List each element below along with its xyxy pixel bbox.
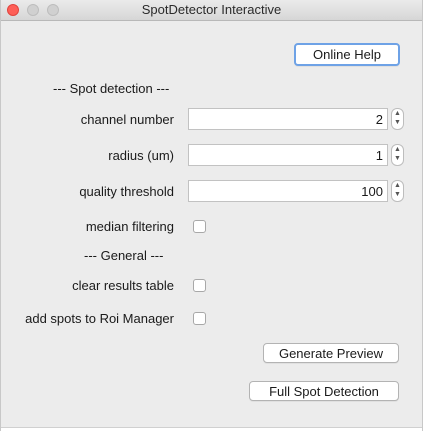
chevron-up-icon[interactable]: ▲ (392, 145, 403, 154)
clear-results-checkbox[interactable] (193, 279, 206, 292)
online-help-button[interactable]: Online Help (294, 43, 400, 66)
roi-manager-label: add spots to Roi Manager (25, 311, 174, 326)
radius-stepper[interactable]: ▲ ▼ (391, 144, 404, 166)
full-spot-detection-button[interactable]: Full Spot Detection (249, 381, 399, 401)
spotdetector-window: SpotDetector Interactive Online Help ---… (0, 0, 423, 432)
channel-number-label: channel number (80, 112, 174, 127)
chevron-down-icon[interactable]: ▼ (392, 118, 403, 127)
median-filtering-checkbox[interactable] (193, 220, 206, 233)
median-filtering-label: median filtering (85, 219, 174, 234)
chevron-down-icon[interactable]: ▼ (392, 190, 403, 199)
clear-results-label: clear results table (72, 278, 174, 293)
general-header: --- General --- (84, 248, 164, 263)
spot-detection-header: --- Spot detection --- (53, 81, 170, 96)
window-title: SpotDetector Interactive (141, 2, 282, 17)
quality-threshold-label: quality threshold (79, 184, 174, 199)
radius-input[interactable] (188, 144, 388, 166)
generate-preview-button[interactable]: Generate Preview (263, 343, 399, 363)
chevron-up-icon[interactable]: ▲ (392, 181, 403, 190)
quality-threshold-stepper[interactable]: ▲ ▼ (391, 180, 404, 202)
channel-number-input[interactable] (188, 108, 388, 130)
window-bottom-edge (1, 427, 422, 432)
chevron-down-icon[interactable]: ▼ (392, 154, 403, 163)
quality-threshold-input[interactable] (188, 180, 388, 202)
channel-number-stepper[interactable]: ▲ ▼ (391, 108, 404, 130)
roi-manager-checkbox[interactable] (193, 312, 206, 325)
chevron-up-icon[interactable]: ▲ (392, 109, 403, 118)
title-bar[interactable]: SpotDetector Interactive (1, 0, 422, 21)
radius-label: radius (um) (108, 148, 174, 163)
